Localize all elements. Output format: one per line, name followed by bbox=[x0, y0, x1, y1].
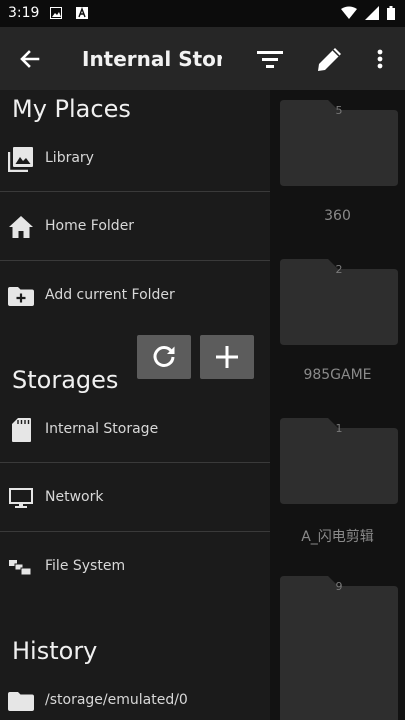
add-folder-icon bbox=[8, 287, 34, 306]
sd-card-icon bbox=[12, 418, 31, 442]
folder-item-count: 5 bbox=[335, 104, 343, 117]
folder-tile[interactable]: 2 bbox=[280, 259, 398, 345]
folder-grid: 5 360 2 985GAME 1 A_闪电剪辑 9 bbox=[270, 90, 405, 720]
file-system-icon bbox=[9, 560, 32, 576]
plus-icon bbox=[216, 346, 238, 368]
drawer-item-home-folder[interactable]: Home Folder bbox=[0, 192, 270, 260]
section-title-history: History bbox=[12, 637, 98, 665]
gallery-notification-icon bbox=[50, 7, 62, 19]
status-bar: 3:19 bbox=[0, 0, 405, 27]
section-title-my-places: My Places bbox=[12, 95, 131, 123]
add-button[interactable] bbox=[200, 335, 254, 379]
drawer-item-label: File System bbox=[45, 558, 126, 574]
folder-shape-icon bbox=[280, 576, 398, 720]
photo-library-icon bbox=[8, 147, 33, 172]
folder-tile[interactable]: 5 bbox=[280, 100, 398, 186]
drawer-item-label: Network bbox=[45, 489, 104, 505]
folder-icon bbox=[8, 692, 34, 711]
folder-name: A_闪电剪辑 bbox=[301, 529, 374, 545]
monitor-icon bbox=[9, 488, 33, 508]
folder-tile[interactable]: 9 bbox=[280, 576, 398, 720]
drawer-item-internal-storage[interactable]: Internal Storage bbox=[0, 395, 270, 463]
section-title-storages: Storages bbox=[12, 366, 119, 394]
more-vert-icon[interactable] bbox=[368, 43, 392, 75]
drawer-item-label: Internal Storage bbox=[45, 421, 159, 437]
wifi-icon bbox=[341, 6, 357, 19]
drawer-item-history-path[interactable]: /storage/emulated/0 bbox=[0, 666, 270, 720]
page-title: Internal Stor... bbox=[82, 47, 222, 71]
drawer-item-label: Home Folder bbox=[45, 218, 135, 234]
folder-name: 985GAME bbox=[303, 367, 372, 383]
edit-pencil-icon[interactable] bbox=[314, 43, 346, 75]
folder-item-count: 2 bbox=[335, 263, 343, 276]
content-area: 5 360 2 985GAME 1 A_闪电剪辑 9 My Places Lib… bbox=[0, 90, 405, 720]
drawer-item-network[interactable]: Network bbox=[0, 463, 270, 531]
drawer-item-add-current-folder[interactable]: Add current Folder bbox=[0, 261, 270, 329]
navigation-drawer: My Places Library Home Folder Add curren… bbox=[0, 90, 270, 720]
refresh-icon bbox=[153, 346, 175, 367]
drawer-item-label: Library bbox=[45, 150, 94, 166]
drawer-item-label: /storage/emulated/0 bbox=[45, 692, 188, 708]
refresh-button[interactable] bbox=[137, 335, 191, 379]
status-time: 3:19 bbox=[8, 5, 40, 21]
drawer-item-label: Add current Folder bbox=[45, 287, 175, 303]
folder-tile[interactable]: 1 bbox=[280, 418, 398, 504]
home-icon bbox=[9, 216, 33, 238]
folder-item-count: 1 bbox=[335, 422, 343, 435]
app-notification-icon bbox=[76, 7, 88, 19]
folder-name: 360 bbox=[324, 208, 351, 224]
app-bar: Internal Stor... bbox=[0, 27, 405, 90]
back-arrow-icon[interactable] bbox=[14, 43, 46, 75]
sort-filter-icon[interactable] bbox=[254, 43, 286, 75]
battery-icon bbox=[387, 6, 395, 20]
drawer-item-file-system[interactable]: File System bbox=[0, 532, 270, 600]
drawer-item-library[interactable]: Library bbox=[0, 124, 270, 192]
signal-icon bbox=[365, 6, 379, 20]
folder-item-count: 9 bbox=[335, 580, 343, 593]
